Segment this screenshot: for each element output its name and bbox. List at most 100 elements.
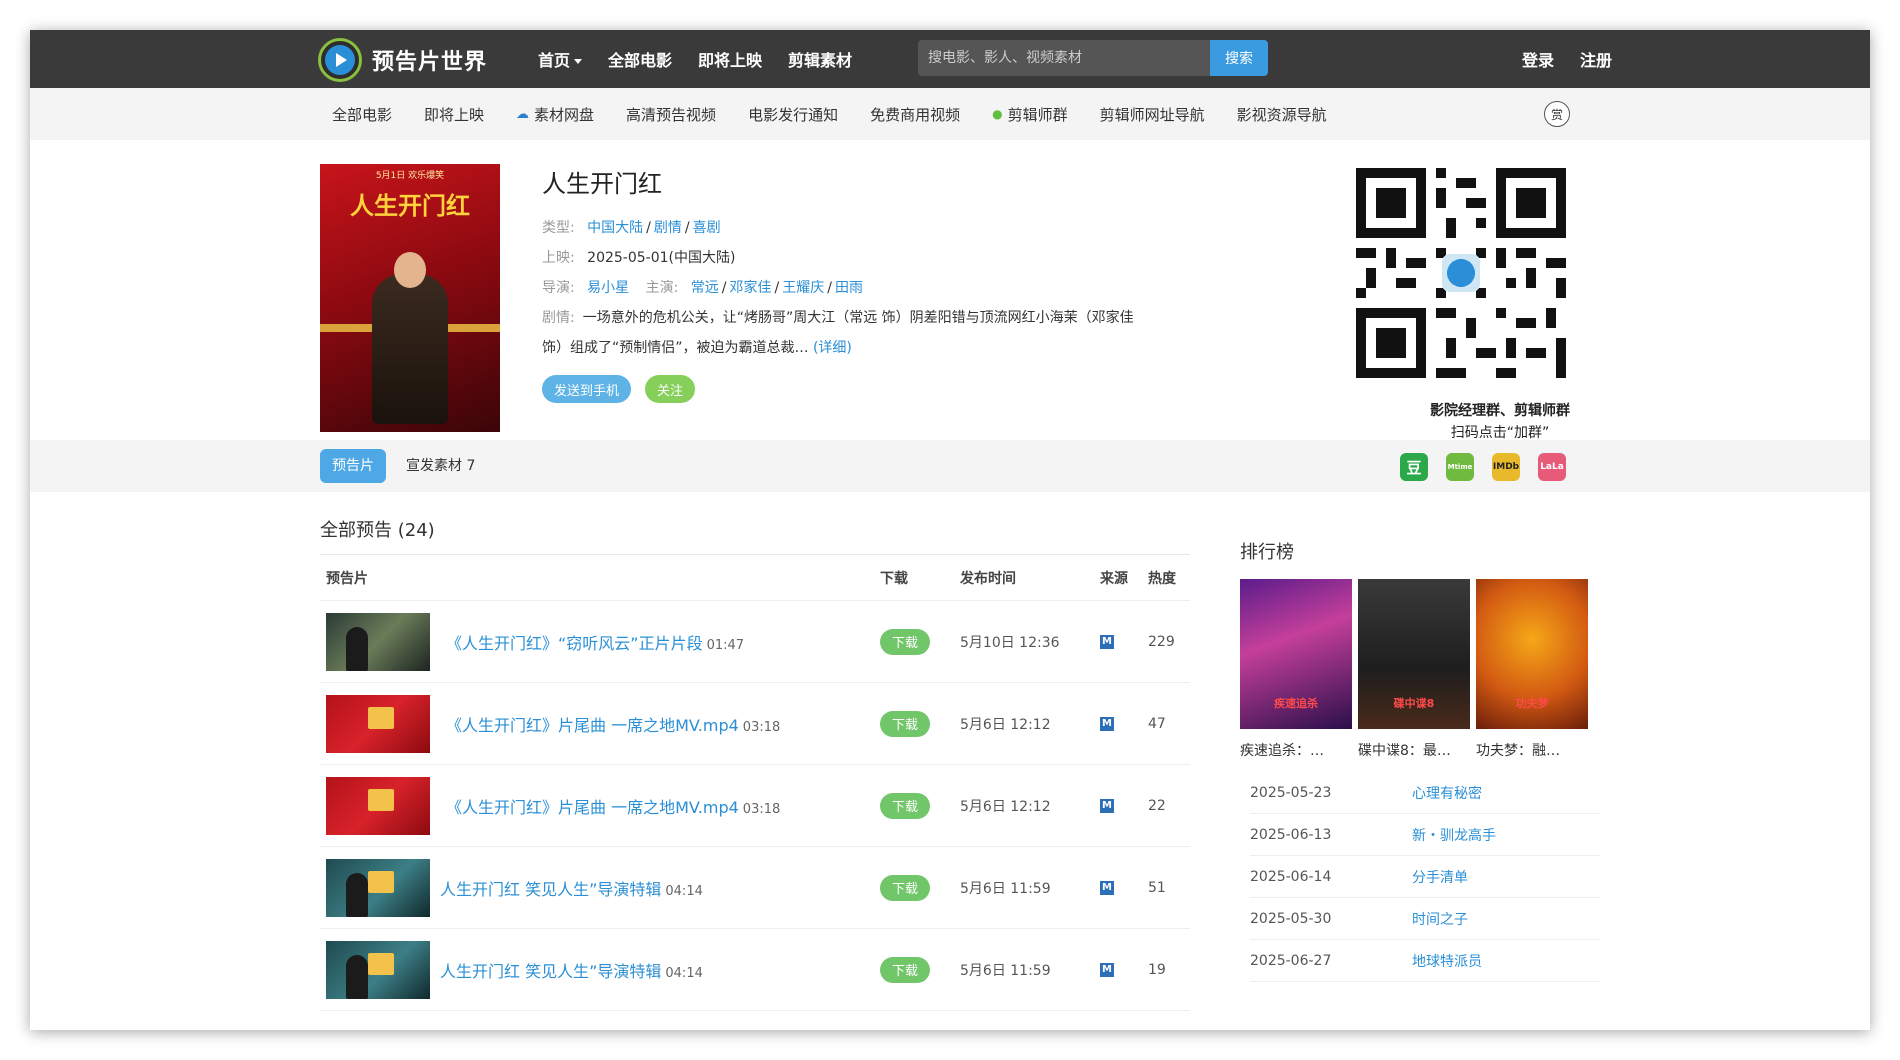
cast-link[interactable]: 田雨 [835,280,863,296]
cloud-icon: ☁ [516,106,530,122]
subnav-coming-soon[interactable]: 即将上映 [424,104,484,125]
movie-info: 人生开门红 类型: 中国大陆 / 剧情 / 喜剧 上映: 2025-05-01(中国大陆… [542,164,1242,403]
hot-count: 47 [1148,715,1166,732]
list-item: 2025-05-23 心理有秘密 [1250,772,1600,814]
col-time: 发布时间 [960,570,1016,587]
trailer-link[interactable]: 《人生开门红》“窃听风云”正片片段 01:47 [446,630,744,654]
reward-icon[interactable]: 赏 [1544,101,1570,127]
source-icon[interactable]: M [1100,634,1114,649]
list-item: 2025-06-27 地球特派员 [1250,940,1600,982]
cast-link[interactable]: 邓家佳 [730,280,772,296]
download-button[interactable]: 下载 [880,956,931,983]
movie-poster[interactable]: 5月1日 欢乐爆笑 人生开门红 [320,164,500,432]
table-row: 《人生开门红》“窃听风云”正片片段 01:47 下载 5月10日 12:36 M … [320,601,1190,683]
search-input[interactable] [918,40,1210,76]
ranking-link[interactable]: 分手清单 [1412,867,1468,887]
ranking-link[interactable]: 心理有秘密 [1412,783,1482,803]
play-logo-icon [318,38,362,82]
video-thumbnail[interactable] [326,776,430,835]
ranking-poster-name[interactable]: 疾速追杀：… [1240,740,1352,760]
subnav-free-videos[interactable]: 免费商用视频 [870,104,960,125]
subnav-hd-trailers[interactable]: 高清预告视频 [626,104,716,125]
secondary-nav: 全部电影 即将上映 ☁ 素材网盘 高清预告视频 电影发行通知 免费商用视频 ● 剪辑… [30,88,1870,140]
video-thumbnail[interactable] [326,612,430,671]
chevron-down-icon [574,59,583,64]
ranking-poster[interactable]: 疾速追杀 [1240,579,1352,729]
table-row: 《人生开门红》片尾曲 一席之地MV.mp4 03:18 下载 5月6日 12:12… [320,765,1190,847]
publish-time: 5月6日 12:12 [960,798,1051,815]
search-button[interactable]: 搜索 [1210,40,1268,76]
ranking-poster-name[interactable]: 功夫梦：融… [1476,740,1588,760]
table-row: 《人生开门红》片尾曲 一席之地MV.mp4 03:18 下载 5月6日 12:12… [320,683,1190,765]
download-button[interactable]: 下载 [880,792,931,819]
send-to-phone-button[interactable]: 发送到手机 [542,375,632,403]
nav-all-movies[interactable]: 全部电影 [608,47,672,71]
col-hot: 热度 [1148,570,1176,587]
subnav-release-notice[interactable]: 电影发行通知 [748,104,838,125]
genre-link[interactable]: 中国大陆 [587,220,643,236]
subnav-resource-nav[interactable]: 影视资源导航 [1237,104,1327,125]
download-button[interactable]: 下载 [880,710,931,737]
trailer-link[interactable]: 人生开门红 笑见人生”导演特辑 04:14 [440,876,703,900]
plot-more-link[interactable]: (详细) [813,340,852,356]
director-link[interactable]: 易小星 [587,280,629,296]
table-row: 人生开门红 笑见人生”导演特辑 04:14 下载 5月6日 11:59 M 51 [320,847,1190,929]
hot-count: 51 [1148,879,1166,896]
publish-time: 5月6日 11:59 [960,962,1051,979]
source-icon[interactable]: M [1100,716,1114,731]
ranking-poster[interactable]: 碟中谍8 [1358,579,1470,729]
subnav-all-movies[interactable]: 全部电影 [332,104,392,125]
ranking-link[interactable]: 地球特派员 [1412,951,1482,971]
tab-trailers[interactable]: 预告片 [320,449,386,483]
plot-summary: 剧情: 一场意外的危机公关，让“烤肠哥”周大江（常远 饰）阴差阳错与顶流网红小海茉… [542,310,1134,356]
hot-count: 229 [1148,633,1175,650]
source-icon[interactable]: M [1100,798,1114,813]
table-row: 人生开门红 笑见人生”导演特辑 04:14 下载 5月6日 11:59 M 19 [320,929,1190,1011]
subnav-material-drive[interactable]: ☁ 素材网盘 [516,104,594,125]
tab-promo-material[interactable]: 宣发素材 7 [406,449,475,483]
site-logo[interactable]: 预告片世界 [318,38,487,82]
crew-row: 导演: 易小星 主演: 常远 / 邓家佳 / 王耀庆 / 田雨 [542,280,863,296]
hot-count: 22 [1148,797,1166,814]
ranking-link[interactable]: 时间之子 [1412,909,1468,929]
nav-home[interactable]: 首页 [538,47,583,71]
download-button[interactable]: 下载 [880,628,931,655]
nav-clip-material[interactable]: 剪辑素材 [788,47,852,71]
video-thumbnail[interactable] [326,940,430,999]
trailer-link[interactable]: 人生开门红 笑见人生”导演特辑 04:14 [440,958,703,982]
nav-coming-soon[interactable]: 即将上映 [698,47,762,71]
list-item: 2025-05-30 时间之子 [1250,898,1600,940]
trailer-table: 预告片 下载 发布时间 来源 热度 《人生开门红》“窃听风云”正片片段 01:47… [320,554,1190,1011]
subnav-editor-group[interactable]: ● 剪辑师群 [992,104,1068,125]
ranking-poster[interactable]: 功夫梦 [1476,579,1588,729]
genre-link[interactable]: 剧情 [654,220,682,236]
imdb-icon[interactable]: IMDb [1492,453,1520,481]
source-icon[interactable]: M [1100,962,1114,977]
follow-button[interactable]: 关注 [645,375,696,403]
release-row: 上映: 2025-05-01(中国大陆) [542,250,736,266]
site-name: 预告片世界 [372,50,488,75]
browser-page: 预告片世界 首页 全部电影 即将上映 剪辑素材 搜索 登录 注册 全部电影 即将… [30,30,1870,1030]
cast-link[interactable]: 常远 [691,280,719,296]
action-buttons: 发送到手机 关注 [542,375,1242,403]
download-button[interactable]: 下载 [880,874,931,901]
mtime-icon[interactable]: Mtime [1446,453,1474,481]
douban-icon[interactable]: 豆 [1400,453,1428,481]
genre-link[interactable]: 喜剧 [693,220,721,236]
register-link[interactable]: 注册 [1580,47,1612,71]
auth-links: 登录 注册 [1522,30,1612,88]
login-link[interactable]: 登录 [1522,47,1554,71]
lala-icon[interactable]: LaLa [1538,453,1566,481]
video-thumbnail[interactable] [326,694,430,753]
source-icon[interactable]: M [1100,880,1114,895]
trailer-link[interactable]: 《人生开门红》片尾曲 一席之地MV.mp4 03:18 [446,794,780,818]
subnav-editor-sites[interactable]: 剪辑师网址导航 [1100,104,1205,125]
ranking-posters: 疾速追杀 碟中谍8 功夫梦 [1240,579,1588,729]
ranking-link[interactable]: 新・驯龙高手 [1412,825,1496,845]
video-thumbnail[interactable] [326,858,430,917]
trailer-link[interactable]: 《人生开门红》片尾曲 一席之地MV.mp4 03:18 [446,712,780,736]
ranking-poster-name[interactable]: 碟中谍8：最… [1358,740,1470,760]
list-item: 2025-06-13 新・驯龙高手 [1250,814,1600,856]
cast-link[interactable]: 王耀庆 [782,280,824,296]
qr-caption: 影院经理群、剪辑师群 扫码点击“加群” [1430,403,1570,441]
